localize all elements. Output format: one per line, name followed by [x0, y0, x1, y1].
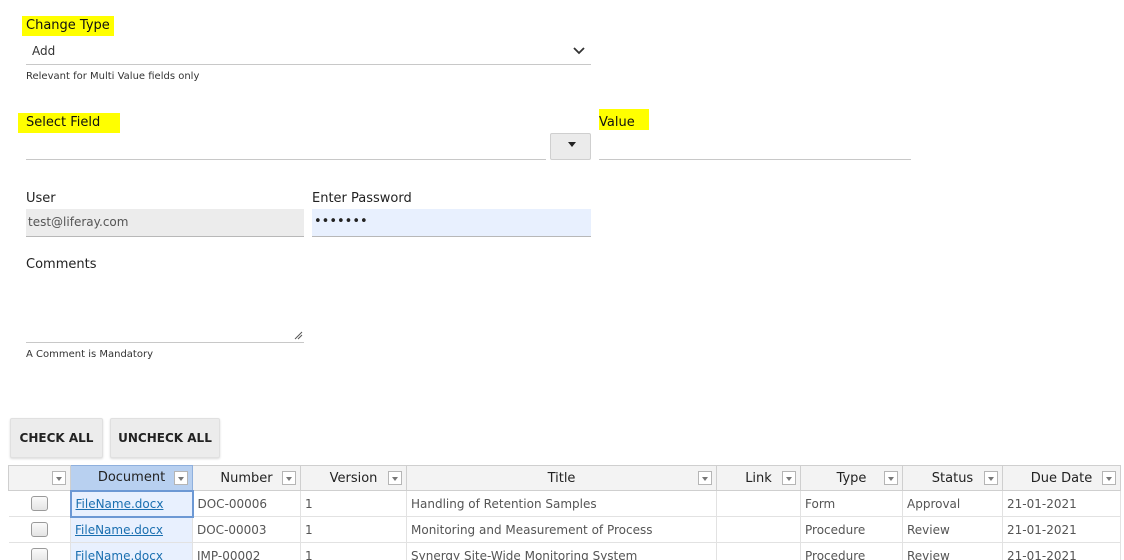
table-row[interactable]: FileName.docx DOC-00003 1 Monitoring and…	[8, 516, 1121, 543]
column-header-label: Title	[547, 470, 576, 486]
comments-hint: A Comment is Mandatory	[26, 349, 153, 360]
select-field-label: Select Field	[18, 113, 121, 133]
change-type-hint: Relevant for Multi Value fields only	[26, 71, 200, 82]
row-checkbox-cell	[8, 516, 71, 543]
filter-icon[interactable]	[782, 471, 796, 485]
comments-textarea[interactable]	[26, 280, 304, 343]
filter-icon[interactable]	[174, 471, 188, 485]
user-label: User	[26, 191, 56, 206]
column-header-label: Status	[931, 470, 974, 486]
column-header-type[interactable]: Type	[800, 465, 903, 491]
title-cell: Monitoring and Measurement of Process	[406, 516, 717, 543]
table-row[interactable]: FileName.docx DOC-00006 1 Handling of Re…	[8, 489, 1121, 518]
column-header-label: Number	[220, 470, 273, 486]
row-checkbox[interactable]	[30, 496, 48, 511]
number-cell: DOC-00003	[192, 516, 301, 543]
due-date-cell: 21-01-2021	[1002, 542, 1121, 560]
chevron-down-icon	[573, 47, 585, 55]
link-cell	[716, 490, 801, 517]
type-cell: Form	[800, 490, 903, 517]
document-link[interactable]: FileName.docx	[75, 523, 163, 537]
change-type-label: Change Type	[22, 16, 114, 36]
document-cell: FileName.docx	[70, 542, 193, 560]
comments-label: Comments	[26, 257, 97, 272]
status-cell: Review	[902, 542, 1003, 560]
filter-icon[interactable]	[52, 471, 66, 485]
password-input[interactable]: •••••••	[312, 209, 591, 237]
column-header-status[interactable]: Status	[902, 465, 1003, 491]
type-cell: Procedure	[800, 542, 903, 560]
column-header-title[interactable]: Title	[406, 465, 717, 491]
row-checkbox[interactable]	[30, 522, 48, 537]
grid-header-row: Document Number Version Title Link Type …	[8, 465, 1121, 491]
document-link[interactable]: FileName.docx	[76, 497, 164, 511]
table-row[interactable]: FileName.docx IMP-00002 1 Synergy Site-W…	[8, 542, 1121, 560]
filter-icon[interactable]	[884, 471, 898, 485]
number-cell: DOC-00006	[192, 490, 301, 517]
column-header-label: Link	[745, 470, 772, 486]
check-all-button[interactable]: CHECK ALL	[10, 418, 103, 458]
value-label: Value	[599, 109, 649, 130]
version-cell: 1	[300, 542, 407, 560]
link-cell	[716, 516, 801, 543]
title-cell: Handling of Retention Samples	[406, 490, 717, 517]
row-checkbox-cell	[8, 490, 71, 517]
filter-icon[interactable]	[282, 471, 296, 485]
documents-grid: Document Number Version Title Link Type …	[8, 465, 1121, 560]
value-input[interactable]	[599, 136, 911, 160]
filter-icon[interactable]	[388, 471, 402, 485]
resize-handle-icon[interactable]	[294, 331, 303, 340]
column-header-label: Type	[836, 470, 867, 486]
filter-icon[interactable]	[1102, 471, 1116, 485]
column-header-label: Due Date	[1030, 470, 1093, 486]
password-label: Enter Password	[312, 191, 412, 206]
row-checkbox-cell	[8, 542, 71, 560]
change-type-select[interactable]: Add	[26, 40, 591, 65]
caret-down-icon	[568, 142, 576, 147]
title-cell: Synergy Site-Wide Monitoring System	[406, 542, 717, 560]
filter-icon[interactable]	[984, 471, 998, 485]
column-header-document[interactable]: Document	[70, 465, 193, 491]
document-cell: FileName.docx	[70, 516, 193, 543]
user-input[interactable]: test@liferay.com	[26, 209, 304, 237]
status-cell: Review	[902, 516, 1003, 543]
document-link[interactable]: FileName.docx	[75, 549, 163, 560]
type-cell: Procedure	[800, 516, 903, 543]
column-header-link[interactable]: Link	[716, 465, 801, 491]
column-header-version[interactable]: Version	[300, 465, 407, 491]
status-cell: Approval	[902, 490, 1003, 517]
column-header-number[interactable]: Number	[192, 465, 301, 491]
number-cell: IMP-00002	[192, 542, 301, 560]
change-type-selected-value: Add	[32, 44, 56, 58]
version-cell: 1	[300, 490, 407, 517]
column-header-label: Document	[97, 470, 166, 486]
column-header-label: Version	[329, 470, 378, 486]
link-cell	[716, 542, 801, 560]
uncheck-all-button[interactable]: UNCHECK ALL	[110, 418, 220, 458]
document-cell: FileName.docx	[69, 489, 194, 518]
row-checkbox[interactable]	[30, 548, 48, 560]
filter-icon[interactable]	[698, 471, 712, 485]
version-cell: 1	[300, 516, 407, 543]
due-date-cell: 21-01-2021	[1002, 490, 1121, 517]
select-field-input[interactable]	[26, 136, 546, 160]
due-date-cell: 21-01-2021	[1002, 516, 1121, 543]
column-header-due-date[interactable]: Due Date	[1002, 465, 1121, 491]
select-column-header[interactable]	[8, 465, 71, 491]
select-field-dropdown-button[interactable]	[550, 133, 591, 160]
